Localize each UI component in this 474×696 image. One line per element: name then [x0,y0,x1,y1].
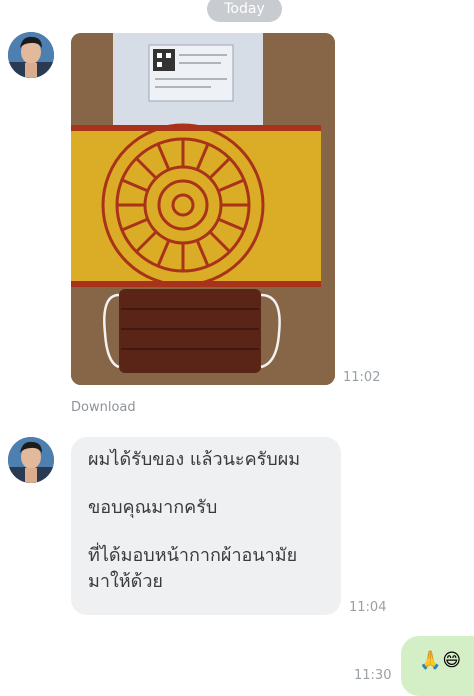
sender-avatar[interactable] [8,32,54,78]
shared-photo[interactable] [71,33,335,385]
message-timestamp: 11:30 [354,668,392,683]
incoming-message-bubble[interactable]: ผมได้รับของ แล้วนะครับผม ขอบคุณมากครับ ท… [71,437,341,615]
message-timestamp: 11:02 [343,370,381,385]
message-text-line: มาให้ด้วย [88,571,163,592]
message-text-line: ขอบคุณมากครับ [88,497,218,518]
message-text-line: ผมได้รับของ แล้วนะครับผม [88,449,301,470]
download-link[interactable]: Download [71,400,136,415]
sender-avatar[interactable] [8,437,54,483]
message-timestamp: 11:04 [349,600,387,615]
outgoing-message-bubble[interactable]: 🙏😄 [401,636,474,696]
emoji-text: 🙏😄 [419,650,463,671]
message-text-line: ที่ได้มอบหน้ากากผ้าอนามัย [88,545,298,566]
date-separator: Today [207,0,282,22]
